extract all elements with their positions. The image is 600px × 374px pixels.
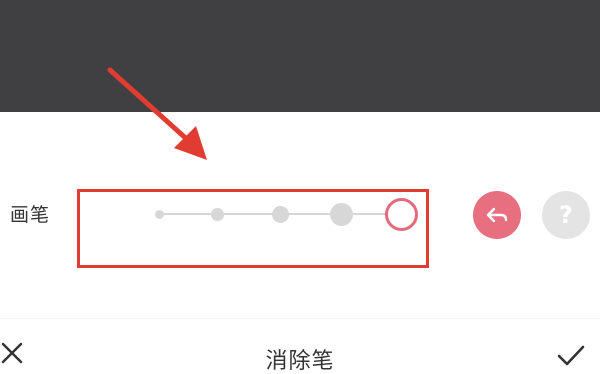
check-icon[interactable]: [555, 343, 587, 369]
eraser-pen-screen: 画笔 ? 消除笔: [0, 0, 600, 374]
image-preview-area: [0, 0, 600, 112]
brush-size-xs[interactable]: [155, 210, 164, 219]
brush-size-m[interactable]: [272, 206, 289, 223]
undo-button[interactable]: [473, 191, 521, 239]
help-button[interactable]: ?: [542, 191, 590, 239]
brush-size-s[interactable]: [211, 208, 224, 221]
help-icon: ?: [559, 201, 573, 229]
page-title: 消除笔: [265, 349, 335, 374]
bottom-bar: 消除笔: [0, 319, 600, 374]
brush-label: 画笔: [10, 204, 51, 226]
annotation-highlight-box: [77, 189, 429, 268]
brush-size-l[interactable]: [330, 203, 353, 226]
undo-icon: [486, 207, 508, 223]
brush-size-xl[interactable]: [385, 198, 418, 231]
